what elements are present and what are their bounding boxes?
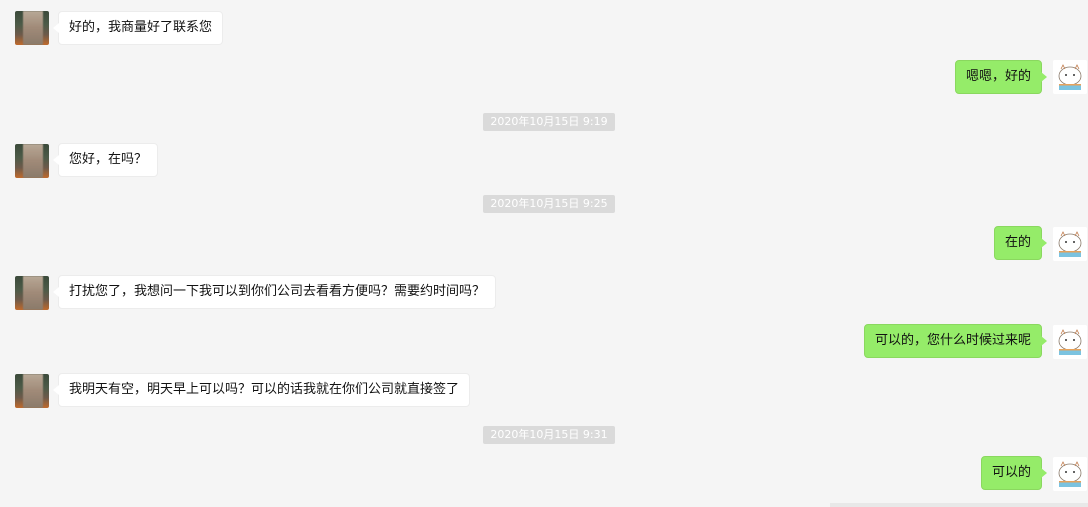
outgoing-message[interactable]: 可以的，您什么时候过来呢 [863,324,1048,358]
input-area-edge [830,503,1088,507]
cartoon-cat-icon [1053,227,1087,261]
self-avatar[interactable] [1053,325,1087,359]
incoming-message[interactable]: 打扰您了，我想问一下我可以到你们公司去看看方便吗？需要约时间吗？ [52,275,497,309]
outgoing-message[interactable]: 嗯嗯，好的 [954,60,1048,94]
cartoon-cat-icon [1053,60,1087,94]
self-avatar[interactable] [1053,227,1087,261]
contact-avatar[interactable] [15,374,49,408]
timestamp: 2020年10月15日 9:25 [483,195,615,213]
timestamp: 2020年10月15日 9:31 [483,426,615,444]
self-avatar[interactable] [1053,60,1087,94]
contact-avatar[interactable] [15,144,49,178]
incoming-message[interactable]: 我明天有空，明天早上可以吗？可以的话我就在你们公司就直接签了 [52,373,471,407]
incoming-message[interactable]: 好的，我商量好了联系您 [52,11,224,45]
contact-avatar[interactable] [15,276,49,310]
outgoing-message[interactable]: 在的 [993,226,1048,260]
contact-avatar[interactable] [15,11,49,45]
timestamp: 2020年10月15日 9:19 [483,113,615,131]
self-avatar[interactable] [1053,457,1087,491]
cartoon-cat-icon [1053,325,1087,359]
cartoon-cat-icon [1053,457,1087,491]
incoming-message[interactable]: 您好，在吗？ [52,143,159,177]
chat-window: 好的，我商量好了联系您 嗯嗯，好的 2020年10月15日 9:19 您好，在吗… [0,0,1088,507]
outgoing-message[interactable]: 可以的 [980,456,1048,490]
